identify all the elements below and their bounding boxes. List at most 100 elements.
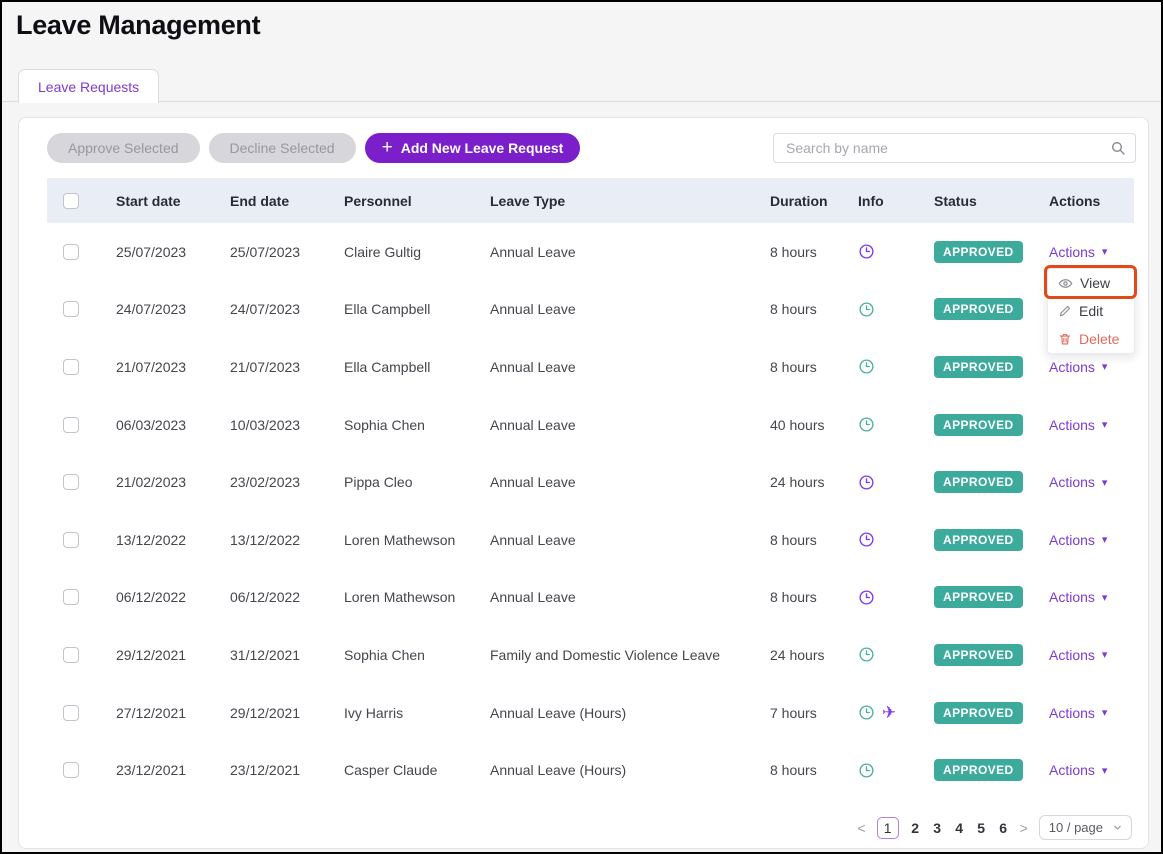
add-new-leave-request-button[interactable]: + Add New Leave Request <box>365 133 581 163</box>
start-date-cell: 06/12/2022 <box>100 589 214 605</box>
decline-selected-button[interactable]: Decline Selected <box>209 133 356 163</box>
table-row: 23/12/2021 23/12/2021 Casper Claude Annu… <box>47 741 1134 799</box>
personnel-cell: Ivy Harris <box>328 705 474 721</box>
info-cell <box>842 762 918 779</box>
page-3-button[interactable]: 3 <box>932 820 943 836</box>
start-date-cell: 25/07/2023 <box>100 244 214 260</box>
duration-cell: 24 hours <box>754 474 842 490</box>
status-badge: APPROVED <box>934 356 1023 378</box>
page-size-select[interactable]: 10 / page <box>1039 815 1132 840</box>
column-header-actions: Actions <box>1033 193 1134 209</box>
page-number-list: 123456 <box>877 817 1009 839</box>
select-all-checkbox[interactable] <box>63 193 79 209</box>
table-body: 25/07/2023 25/07/2023 Claire Gultig Annu… <box>47 223 1134 799</box>
column-header-duration: Duration <box>754 193 842 209</box>
page-title: Leave Management <box>16 10 260 41</box>
info-cell <box>842 474 918 491</box>
chevron-down-icon <box>1112 822 1123 833</box>
chevron-down-icon: ▾ <box>1102 360 1108 373</box>
search-input[interactable] <box>774 140 1110 156</box>
leave-type-cell: Annual Leave <box>474 589 754 605</box>
personnel-cell: Loren Mathewson <box>328 589 474 605</box>
personnel-cell: Loren Mathewson <box>328 532 474 548</box>
row-actions-button[interactable]: Actions▾ <box>1049 532 1107 548</box>
row-actions-button[interactable]: Actions▾ <box>1049 647 1107 663</box>
row-checkbox[interactable] <box>63 705 79 721</box>
duration-cell: 8 hours <box>754 301 842 317</box>
page-1-button[interactable]: 1 <box>877 817 899 839</box>
clock-icon <box>858 358 875 375</box>
info-cell <box>842 358 918 375</box>
row-checkbox[interactable] <box>63 244 79 260</box>
duration-cell: 24 hours <box>754 647 842 663</box>
page-6-button[interactable]: 6 <box>998 820 1009 836</box>
add-button-label: Add New Leave Request <box>401 140 564 156</box>
row-checkbox[interactable] <box>63 301 79 317</box>
menu-item-view[interactable]: View <box>1048 269 1134 297</box>
menu-item-label: Delete <box>1079 331 1119 347</box>
row-checkbox[interactable] <box>63 589 79 605</box>
start-date-cell: 06/03/2023 <box>100 417 214 433</box>
end-date-cell: 29/12/2021 <box>214 705 328 721</box>
row-checkbox[interactable] <box>63 359 79 375</box>
tab-label: Leave Requests <box>38 79 139 95</box>
column-header-personnel: Personnel <box>328 193 474 209</box>
search-icon <box>1110 140 1135 156</box>
tab-leave-requests[interactable]: Leave Requests <box>18 69 159 103</box>
duration-cell: 40 hours <box>754 417 842 433</box>
trash-icon <box>1058 332 1072 346</box>
leave-type-cell: Annual Leave (Hours) <box>474 705 754 721</box>
start-date-cell: 21/07/2023 <box>100 359 214 375</box>
row-checkbox[interactable] <box>63 762 79 778</box>
table-row: 25/07/2023 25/07/2023 Claire Gultig Annu… <box>47 223 1134 281</box>
page-2-button[interactable]: 2 <box>910 820 921 836</box>
leave-type-cell: Annual Leave <box>474 532 754 548</box>
row-checkbox[interactable] <box>63 647 79 663</box>
clock-icon <box>858 646 875 663</box>
status-badge: APPROVED <box>934 586 1023 608</box>
end-date-cell: 25/07/2023 <box>214 244 328 260</box>
prev-page-button[interactable]: < <box>857 820 865 836</box>
column-header-info: Info <box>842 193 918 209</box>
row-checkbox[interactable] <box>63 532 79 548</box>
table-row: 29/12/2021 31/12/2021 Sophia Chen Family… <box>47 626 1134 684</box>
row-actions-button[interactable]: Actions▾ <box>1049 417 1107 433</box>
menu-item-edit[interactable]: Edit <box>1048 297 1134 325</box>
personnel-cell: Sophia Chen <box>328 417 474 433</box>
chevron-down-icon: ▾ <box>1102 476 1108 489</box>
start-date-cell: 21/02/2023 <box>100 474 214 490</box>
row-actions-button[interactable]: Actions▾ <box>1049 589 1107 605</box>
approve-selected-button[interactable]: Approve Selected <box>47 133 200 163</box>
chevron-down-icon: ▾ <box>1102 764 1108 777</box>
row-actions-button[interactable]: Actions▾ <box>1049 474 1107 490</box>
info-cell <box>842 589 918 606</box>
row-checkbox[interactable] <box>63 417 79 433</box>
clock-icon <box>858 243 875 260</box>
end-date-cell: 06/12/2022 <box>214 589 328 605</box>
toolbar: Approve Selected Decline Selected + Add … <box>47 133 580 163</box>
personnel-cell: Claire Gultig <box>328 244 474 260</box>
row-actions-button[interactable]: Actions▾ <box>1049 244 1107 260</box>
personnel-cell: Ella Campbell <box>328 301 474 317</box>
leave-type-cell: Annual Leave (Hours) <box>474 762 754 778</box>
menu-item-delete[interactable]: Delete <box>1048 325 1134 353</box>
end-date-cell: 23/12/2021 <box>214 762 328 778</box>
next-page-button[interactable]: > <box>1020 820 1028 836</box>
column-header-leave-type: Leave Type <box>474 193 754 209</box>
row-actions-button[interactable]: Actions▾ <box>1049 359 1107 375</box>
plus-icon: + <box>382 138 393 157</box>
row-actions-button[interactable]: Actions▾ <box>1049 705 1107 721</box>
column-header-start-date: Start date <box>100 193 214 209</box>
eye-icon <box>1058 276 1073 291</box>
status-badge: APPROVED <box>934 702 1023 724</box>
page-5-button[interactable]: 5 <box>976 820 987 836</box>
end-date-cell: 21/07/2023 <box>214 359 328 375</box>
page-4-button[interactable]: 4 <box>954 820 965 836</box>
row-actions-button[interactable]: Actions▾ <box>1049 762 1107 778</box>
leave-type-cell: Annual Leave <box>474 359 754 375</box>
table-row: 06/03/2023 10/03/2023 Sophia Chen Annual… <box>47 396 1134 454</box>
page-size-value: 10 / page <box>1049 820 1103 835</box>
row-checkbox[interactable] <box>63 474 79 490</box>
table-row: 21/02/2023 23/02/2023 Pippa Cleo Annual … <box>47 453 1134 511</box>
start-date-cell: 24/07/2023 <box>100 301 214 317</box>
